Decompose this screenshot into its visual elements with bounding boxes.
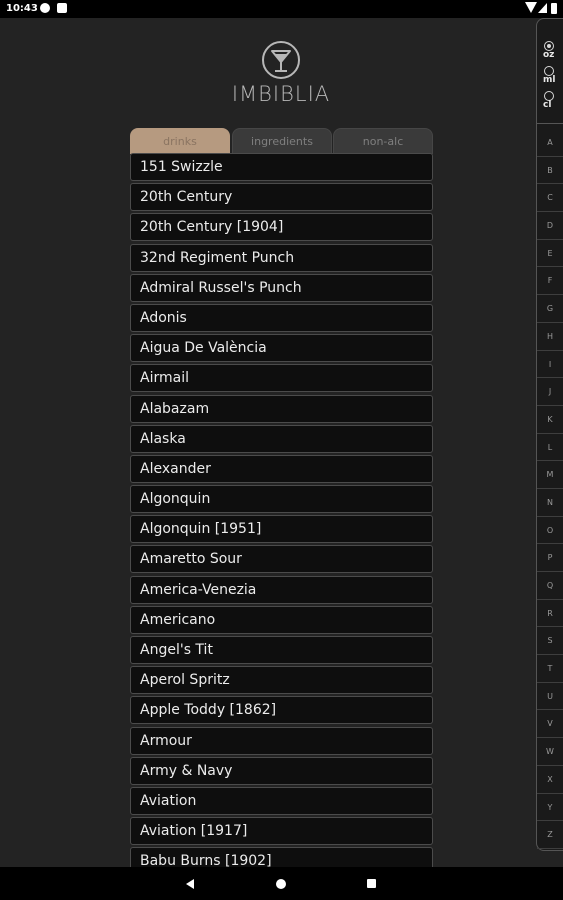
list-item[interactable]: 20th Century xyxy=(130,183,433,212)
index-sidebar: oz ml cl ABCDEFGHIJKLMNOPQRSTUVWXYZ xyxy=(536,18,563,851)
list-item[interactable]: 151 Swizzle xyxy=(130,153,433,181)
list-item[interactable]: Aviation [1917] xyxy=(130,817,433,846)
unit-selector: oz ml cl xyxy=(537,41,563,116)
index-letter[interactable]: M xyxy=(537,461,563,489)
index-letter[interactable]: A xyxy=(537,129,563,157)
index-letter[interactable]: J xyxy=(537,378,563,406)
list-item[interactable]: Aigua De València xyxy=(130,334,433,363)
list-item[interactable]: Algonquin [1951] xyxy=(130,515,433,544)
back-icon[interactable] xyxy=(186,879,194,889)
index-letter[interactable]: W xyxy=(537,738,563,766)
divider xyxy=(537,123,563,124)
index-letter[interactable]: C xyxy=(537,184,563,213)
list-item[interactable]: Babu Burns [1902] xyxy=(130,847,433,867)
list-item[interactable]: Admiral Russel's Punch xyxy=(130,273,433,302)
list-item[interactable]: Alexander xyxy=(130,454,433,483)
index-letter[interactable]: U xyxy=(537,683,563,711)
index-letter[interactable]: Y xyxy=(537,794,563,822)
app-header: IMBIBLIA xyxy=(130,40,432,106)
sd-card-icon xyxy=(57,3,67,13)
index-letter[interactable]: I xyxy=(537,351,563,379)
index-letter[interactable]: Z xyxy=(537,821,563,849)
list-item[interactable]: Alaska xyxy=(130,424,433,453)
index-letter[interactable]: F xyxy=(537,267,563,296)
index-letter[interactable]: X xyxy=(537,766,563,794)
tab-drinks[interactable]: drinks xyxy=(130,128,230,154)
list-item[interactable]: Army & Navy xyxy=(130,756,433,785)
list-item[interactable]: Armour xyxy=(130,726,433,755)
list-item[interactable]: Algonquin xyxy=(130,485,433,514)
index-letter[interactable]: R xyxy=(537,600,563,628)
index-letter[interactable]: Q xyxy=(537,572,563,600)
index-letter[interactable]: B xyxy=(537,157,563,185)
home-icon[interactable] xyxy=(276,879,286,889)
index-letter[interactable]: P xyxy=(537,544,563,572)
list-item[interactable]: America-Venezia xyxy=(130,575,433,604)
list-item[interactable]: Angel's Tit xyxy=(130,636,433,664)
wifi-icon xyxy=(525,2,537,13)
unit-option[interactable]: cl xyxy=(537,91,563,116)
tab-ingredients[interactable]: ingredients xyxy=(232,128,332,154)
list-item[interactable]: Alabazam xyxy=(130,394,433,423)
recents-icon[interactable] xyxy=(367,879,376,888)
index-letter[interactable]: V xyxy=(537,710,563,739)
list-item[interactable]: Aperol Spritz xyxy=(130,666,433,695)
tab-bar: drinks ingredients non-alc xyxy=(130,128,433,154)
index-letter[interactable]: K xyxy=(537,406,563,434)
list-item[interactable]: Americano xyxy=(130,605,433,634)
app-title: IMBIBLIA xyxy=(231,82,331,106)
unit-label: cl xyxy=(543,100,552,110)
list-item[interactable]: Adonis xyxy=(130,303,433,332)
unit-option[interactable]: oz xyxy=(537,41,563,66)
unit-label: ml xyxy=(543,75,556,85)
list-item[interactable]: Aviation xyxy=(130,786,433,815)
index-letter[interactable]: S xyxy=(537,627,563,656)
battery-icon xyxy=(551,3,557,14)
list-item[interactable]: Apple Toddy [1862] xyxy=(130,696,433,725)
index-letter[interactable]: N xyxy=(537,489,563,517)
list-item[interactable]: 32nd Regiment Punch xyxy=(130,243,433,272)
list-item[interactable]: Airmail xyxy=(130,364,433,393)
index-letter[interactable]: T xyxy=(537,655,563,683)
index-letter[interactable]: L xyxy=(537,434,563,462)
alphabet-index: ABCDEFGHIJKLMNOPQRSTUVWXYZ xyxy=(537,129,563,849)
list-item[interactable]: 20th Century [1904] xyxy=(130,213,433,242)
cocktail-glass-icon xyxy=(262,41,300,79)
google-icon xyxy=(40,3,50,13)
status-bar: 10:43 xyxy=(0,0,563,18)
unit-label: oz xyxy=(543,50,555,60)
index-letter[interactable]: H xyxy=(537,323,563,351)
unit-option[interactable]: ml xyxy=(537,66,563,91)
index-letter[interactable]: G xyxy=(537,295,563,323)
index-letter[interactable]: O xyxy=(537,517,563,545)
signal-icon xyxy=(538,3,547,13)
index-letter[interactable]: E xyxy=(537,240,563,268)
tab-non-alc[interactable]: non-alc xyxy=(333,128,433,154)
status-time: 10:43 xyxy=(6,3,38,14)
navigation-bar xyxy=(0,867,563,900)
list-item[interactable]: Amaretto Sour xyxy=(130,545,433,574)
index-letter[interactable]: D xyxy=(537,212,563,240)
drinks-list[interactable]: 151 Swizzle 20th Century 20th Century [190… xyxy=(130,153,433,867)
